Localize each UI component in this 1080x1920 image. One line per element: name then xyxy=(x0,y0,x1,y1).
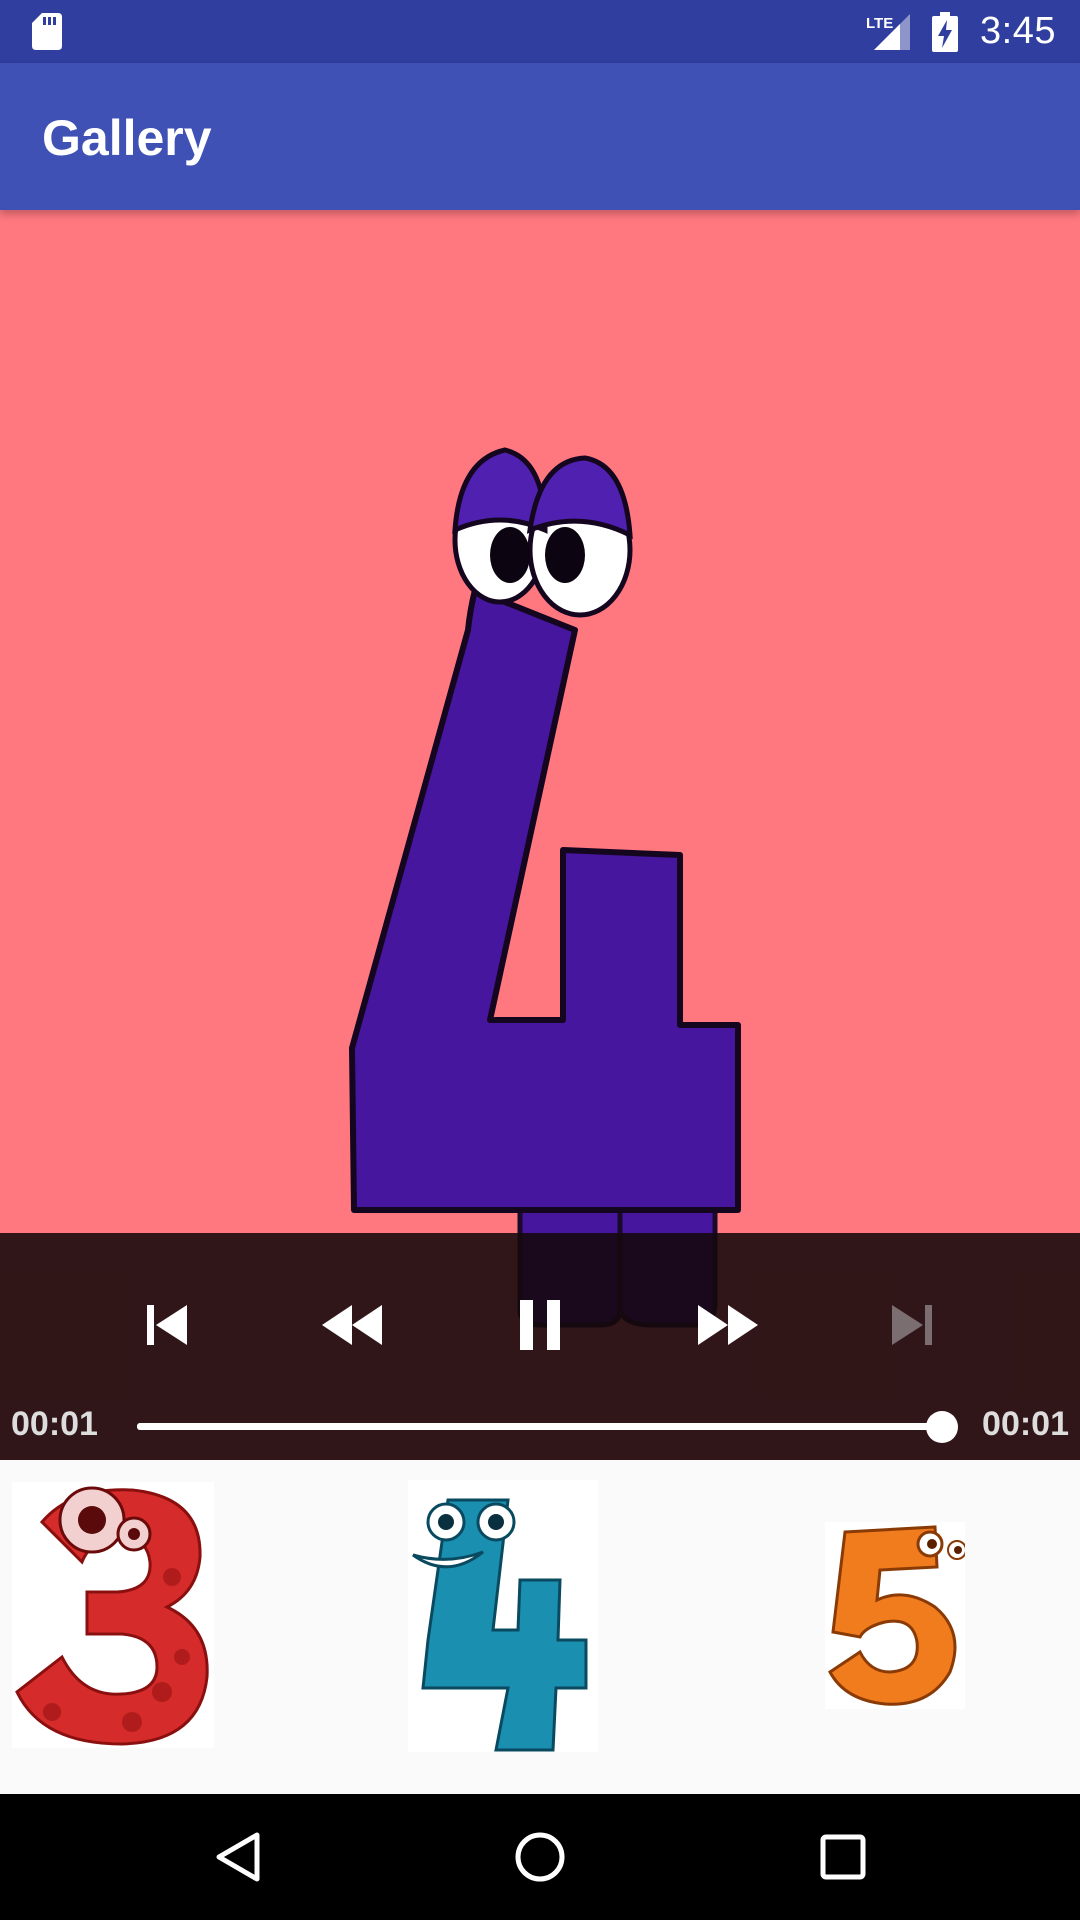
thumbnail-five[interactable] xyxy=(825,1522,967,1709)
seek-progress xyxy=(137,1423,942,1430)
elapsed-time: 00:01 xyxy=(11,1405,98,1443)
thumbnail-three[interactable] xyxy=(12,1482,214,1748)
page-title: Gallery xyxy=(42,110,212,166)
lte-signal-icon: LTE xyxy=(866,13,911,50)
clock: 3:45 xyxy=(980,10,1056,52)
duration-time: 00:01 xyxy=(982,1405,1069,1443)
number-five-character-icon xyxy=(828,1525,967,1706)
seek-thumb[interactable] xyxy=(926,1411,958,1443)
screen: LTE 3:45 Gallery 00:01 00:01 xyxy=(0,0,1080,1920)
network-label: LTE xyxy=(866,15,893,32)
home-icon xyxy=(515,1832,565,1882)
thumbnail-four[interactable] xyxy=(408,1480,598,1752)
seek-bar[interactable] xyxy=(137,1411,958,1443)
recents-icon xyxy=(820,1834,866,1880)
fast-forward-icon xyxy=(698,1305,758,1345)
next-icon xyxy=(892,1305,932,1345)
pause-icon xyxy=(520,1300,560,1350)
app-bar: Gallery xyxy=(0,63,1080,210)
recents-button[interactable] xyxy=(803,1817,883,1897)
navigation-bar xyxy=(0,1794,1080,1920)
back-button[interactable] xyxy=(197,1817,277,1897)
rewind-icon xyxy=(322,1305,382,1345)
previous-icon xyxy=(147,1305,187,1345)
home-button[interactable] xyxy=(500,1817,580,1897)
rewind-button[interactable] xyxy=(312,1285,392,1365)
fast-forward-button[interactable] xyxy=(688,1285,768,1365)
sd-card-icon xyxy=(32,13,62,50)
number-three-character-icon xyxy=(15,1486,209,1746)
pause-button[interactable] xyxy=(500,1285,580,1365)
previous-button[interactable] xyxy=(127,1285,207,1365)
thumbnail-strip xyxy=(0,1460,1080,1794)
number-four-character-icon xyxy=(412,1498,588,1752)
back-icon xyxy=(216,1832,260,1882)
next-button[interactable] xyxy=(872,1285,952,1365)
battery-charging-icon xyxy=(932,11,959,52)
status-bar: LTE 3:45 xyxy=(0,0,1080,63)
